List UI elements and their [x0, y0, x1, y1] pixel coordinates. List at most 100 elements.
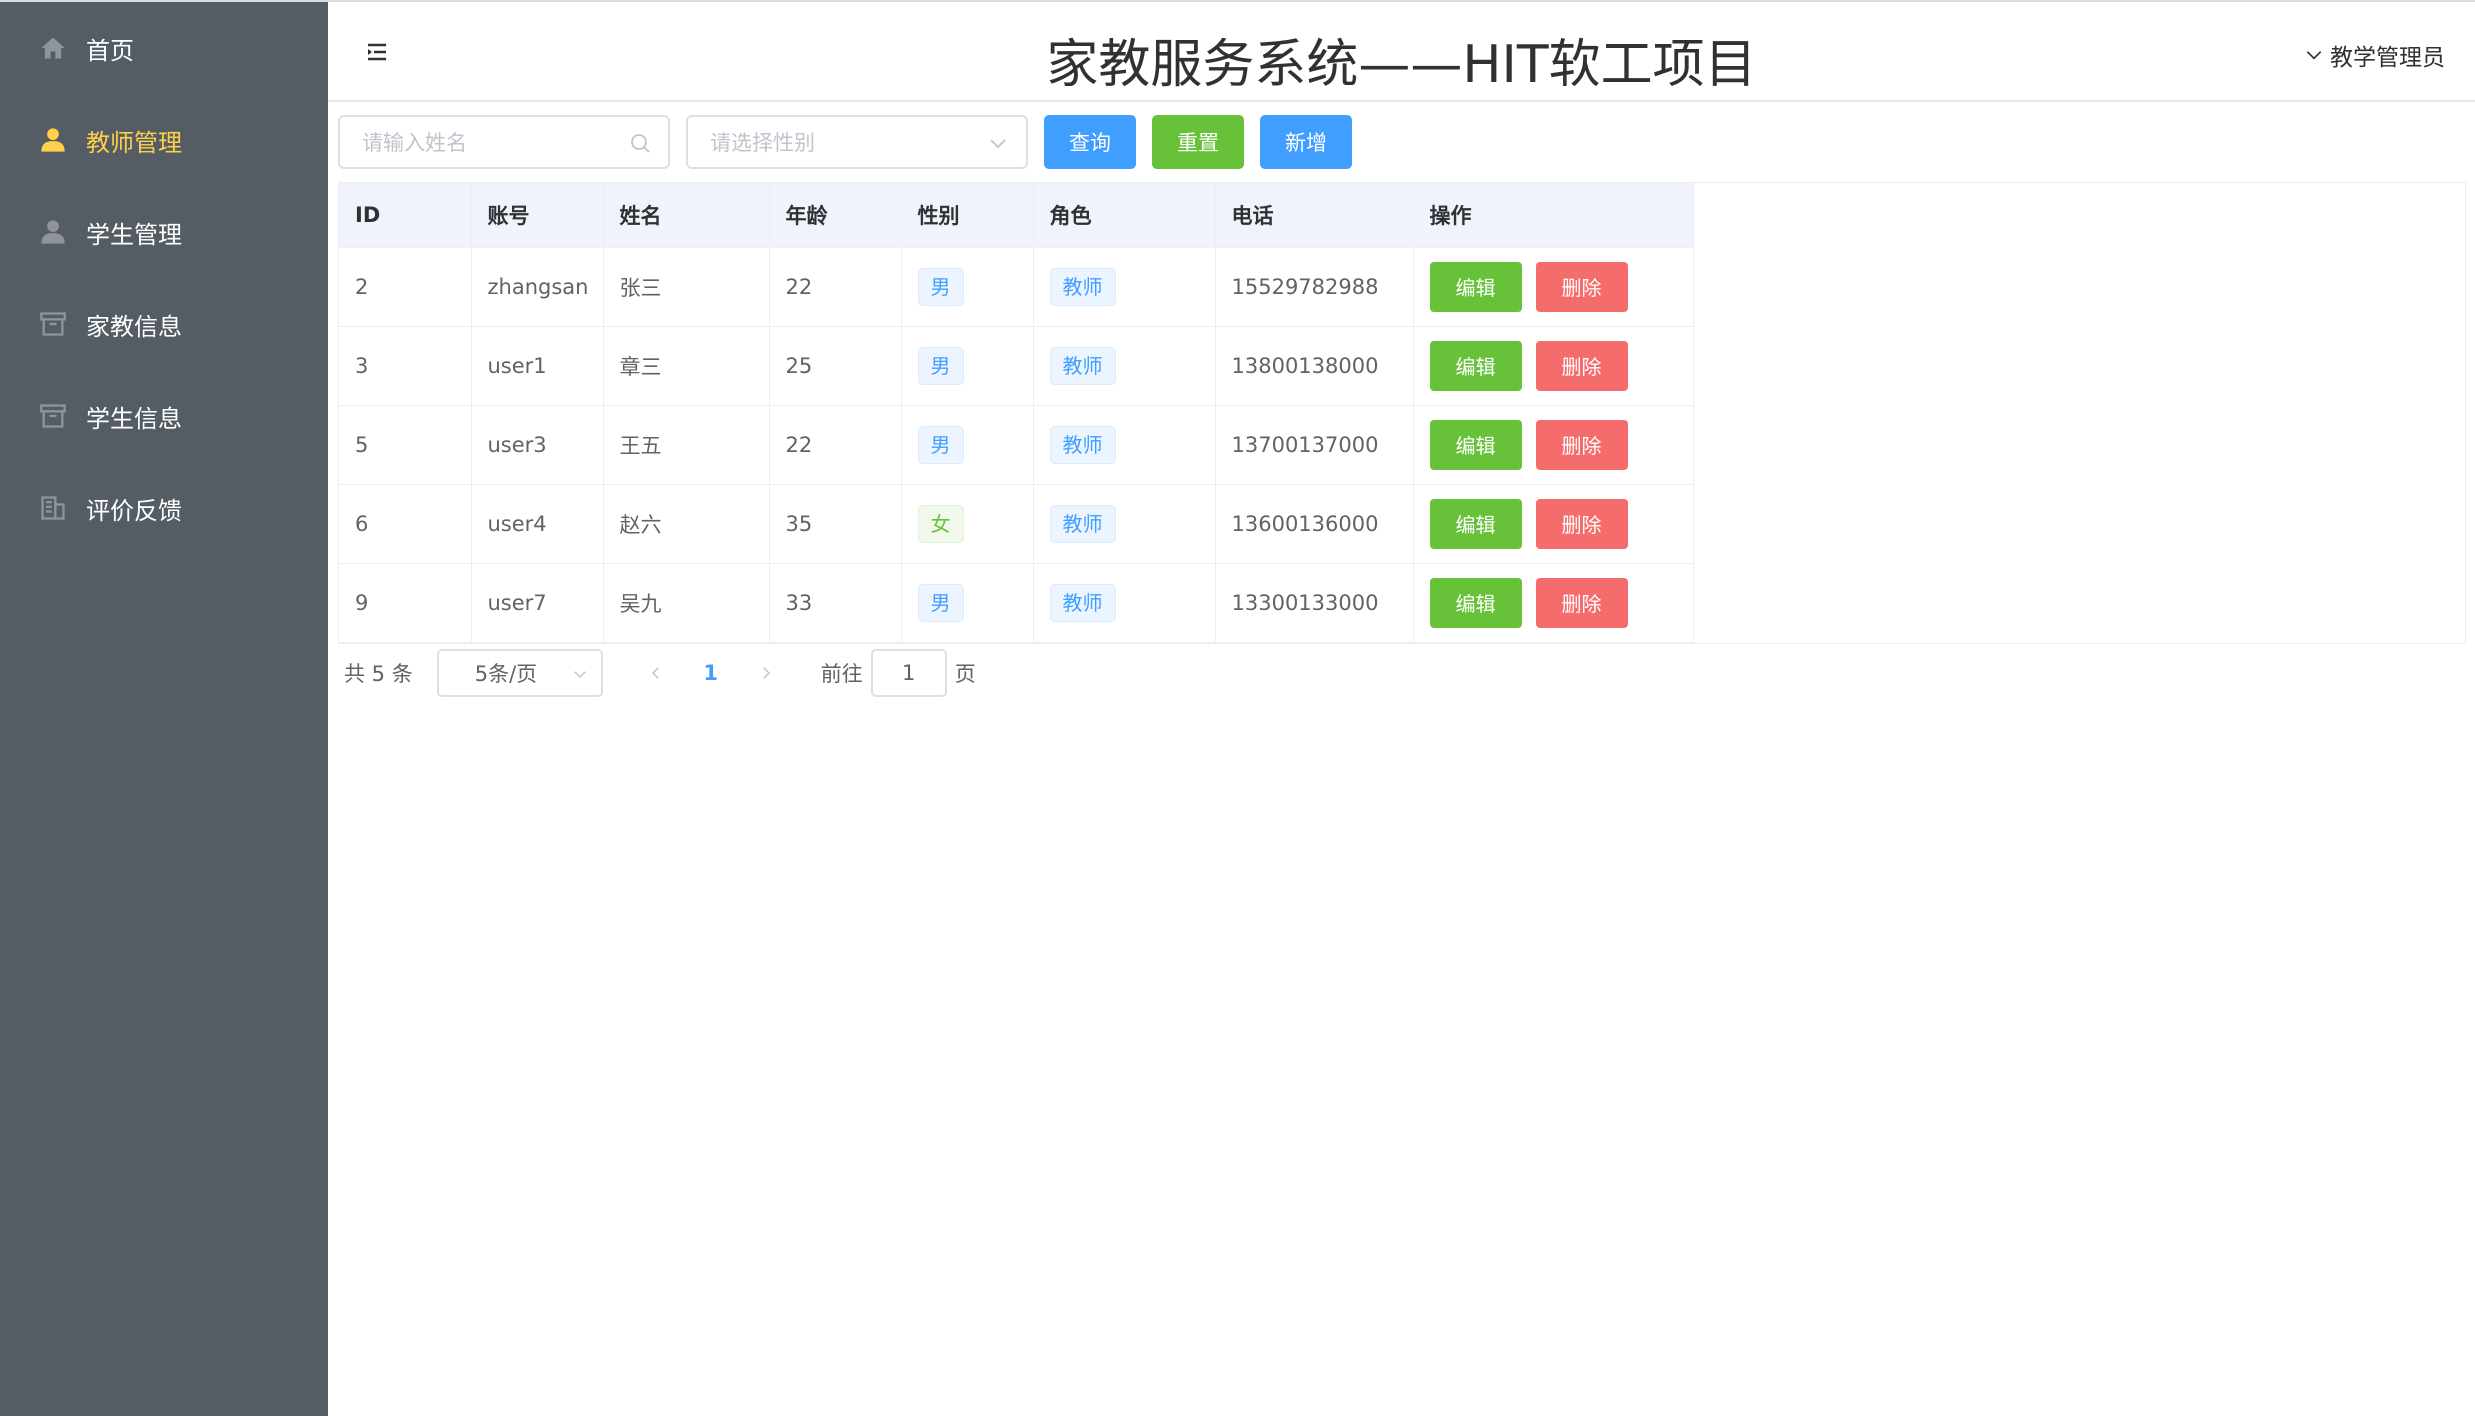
cell-actions: 编辑 删除: [1413, 405, 1694, 485]
user-icon: [38, 217, 68, 247]
sidebar-item-student-management[interactable]: 学生管理: [0, 186, 328, 278]
cell-actions: 编辑 删除: [1413, 484, 1694, 564]
cell-age: 33: [769, 563, 902, 643]
cell-name: 赵六: [603, 484, 770, 564]
column-header: 账号: [471, 183, 604, 248]
sidebar-item-label: 教师管理: [86, 128, 182, 157]
gender-tag: 男: [917, 425, 964, 464]
sidebar: 首页 教师管理 学生管理 家教信息 学生信息 评价反馈: [0, 0, 328, 1416]
edit-button[interactable]: 编辑: [1429, 340, 1522, 391]
column-header: 姓名: [603, 183, 770, 248]
column-header: ID: [339, 183, 472, 248]
column-header: 操作: [1413, 183, 1694, 248]
goto-page-input[interactable]: 1: [870, 648, 947, 697]
cell-role: 教师: [1033, 326, 1216, 406]
cell-gender: 男: [901, 247, 1034, 327]
name-search-input[interactable]: 请输入姓名: [338, 115, 670, 169]
role-tag: 教师: [1049, 267, 1116, 306]
cell-phone: 15529782988: [1215, 247, 1414, 327]
goto-label: 前往: [820, 661, 863, 686]
chevron-down-icon: [990, 139, 1006, 149]
gender-select-placeholder: 请选择性别: [710, 131, 815, 155]
next-page-button[interactable]: [751, 653, 781, 693]
gender-select[interactable]: 请选择性别: [686, 115, 1028, 169]
cell-age: 35: [769, 484, 902, 564]
sidebar-item-tutoring-info[interactable]: 家教信息: [0, 278, 328, 370]
table-row: 3 user1 章三 25 男 教师 13800138000 编辑 删除: [339, 326, 1694, 406]
cell-role: 教师: [1033, 484, 1216, 564]
table-row: 9 user7 吴九 33 男 教师 13300133000 编辑 删除: [339, 563, 1694, 643]
delete-button[interactable]: 删除: [1535, 577, 1628, 628]
cell-gender: 男: [901, 563, 1034, 643]
cell-phone: 13600136000: [1215, 484, 1414, 564]
reset-button[interactable]: 重置: [1152, 115, 1244, 169]
cell-gender: 女: [901, 484, 1034, 564]
chevron-right-icon: [762, 666, 770, 679]
delete-button[interactable]: 删除: [1535, 419, 1628, 470]
sidebar-item-teacher-management[interactable]: 教师管理: [0, 94, 328, 186]
delete-button[interactable]: 删除: [1535, 340, 1628, 391]
cell-account: user4: [471, 484, 604, 564]
gender-tag: 男: [917, 267, 964, 306]
edit-button[interactable]: 编辑: [1429, 498, 1522, 549]
role-tag: 教师: [1049, 425, 1116, 464]
cell-age: 22: [769, 405, 902, 485]
page-number[interactable]: 1: [681, 661, 741, 685]
cell-id: 5: [339, 405, 472, 485]
cell-account: user3: [471, 405, 604, 485]
cell-id: 2: [339, 247, 472, 327]
sidebar-item-label: 首页: [86, 36, 134, 65]
cell-name: 张三: [603, 247, 770, 327]
gender-tag: 男: [917, 583, 964, 622]
cell-name: 章三: [603, 326, 770, 406]
teacher-table: ID 账号 姓名 年龄 性别 角色 电话 操作 2 zhangsan 张三 22…: [338, 182, 2466, 644]
cell-age: 25: [769, 326, 902, 406]
cell-role: 教师: [1033, 405, 1216, 485]
cell-actions: 编辑 删除: [1413, 326, 1694, 406]
cell-age: 22: [769, 247, 902, 327]
cell-account: zhangsan: [471, 247, 604, 327]
cell-account: user7: [471, 563, 604, 643]
cell-gender: 男: [901, 405, 1034, 485]
delete-button[interactable]: 删除: [1535, 498, 1628, 549]
role-tag: 教师: [1049, 346, 1116, 385]
edit-button[interactable]: 编辑: [1429, 419, 1522, 470]
chevron-down-icon: [573, 670, 586, 678]
cell-id: 6: [339, 484, 472, 564]
prev-page-button[interactable]: [641, 653, 671, 693]
gender-tag: 男: [917, 346, 964, 385]
pagination-total: 共 5 条: [344, 661, 413, 686]
search-icon: [631, 134, 650, 153]
cell-phone: 13700137000: [1215, 405, 1414, 485]
edit-button[interactable]: 编辑: [1429, 577, 1522, 628]
page-size-select[interactable]: 5条/页: [436, 648, 603, 697]
sidebar-item-label: 评价反馈: [86, 496, 182, 525]
page-suffix: 页: [954, 661, 976, 686]
cell-id: 3: [339, 326, 472, 406]
add-button[interactable]: 新增: [1260, 115, 1352, 169]
query-button[interactable]: 查询: [1044, 115, 1136, 169]
edit-button[interactable]: 编辑: [1429, 261, 1522, 312]
cell-role: 教师: [1033, 247, 1216, 327]
column-header: 年龄: [769, 183, 902, 248]
user-dropdown[interactable]: 教学管理员: [2304, 38, 2445, 72]
cell-phone: 13300133000: [1215, 563, 1414, 643]
sidebar-item-feedback[interactable]: 评价反馈: [0, 462, 328, 554]
role-tag: 教师: [1049, 583, 1116, 622]
box-icon: [38, 309, 68, 339]
table-header-row: ID 账号 姓名 年龄 性别 角色 电话 操作: [339, 183, 1694, 248]
page-size-value: 5条/页: [474, 661, 538, 686]
user-name: 教学管理员: [2330, 45, 2445, 71]
delete-button[interactable]: 删除: [1535, 261, 1628, 312]
office-building-icon: [38, 493, 68, 523]
box-icon: [38, 401, 68, 431]
table-row: 5 user3 王五 22 男 教师 13700137000 编辑 删除: [339, 405, 1694, 485]
chevron-left-icon: [651, 666, 659, 679]
header: 家教服务系统——HIT软工项目 教学管理员: [328, 2, 2475, 102]
sidebar-item-student-info[interactable]: 学生信息: [0, 370, 328, 462]
sidebar-item-home[interactable]: 首页: [0, 2, 328, 94]
column-header: 电话: [1215, 183, 1414, 248]
chevron-down-icon: [2306, 51, 2322, 60]
cell-gender: 男: [901, 326, 1034, 406]
table-row: 2 zhangsan 张三 22 男 教师 15529782988 编辑 删除: [339, 247, 1694, 327]
